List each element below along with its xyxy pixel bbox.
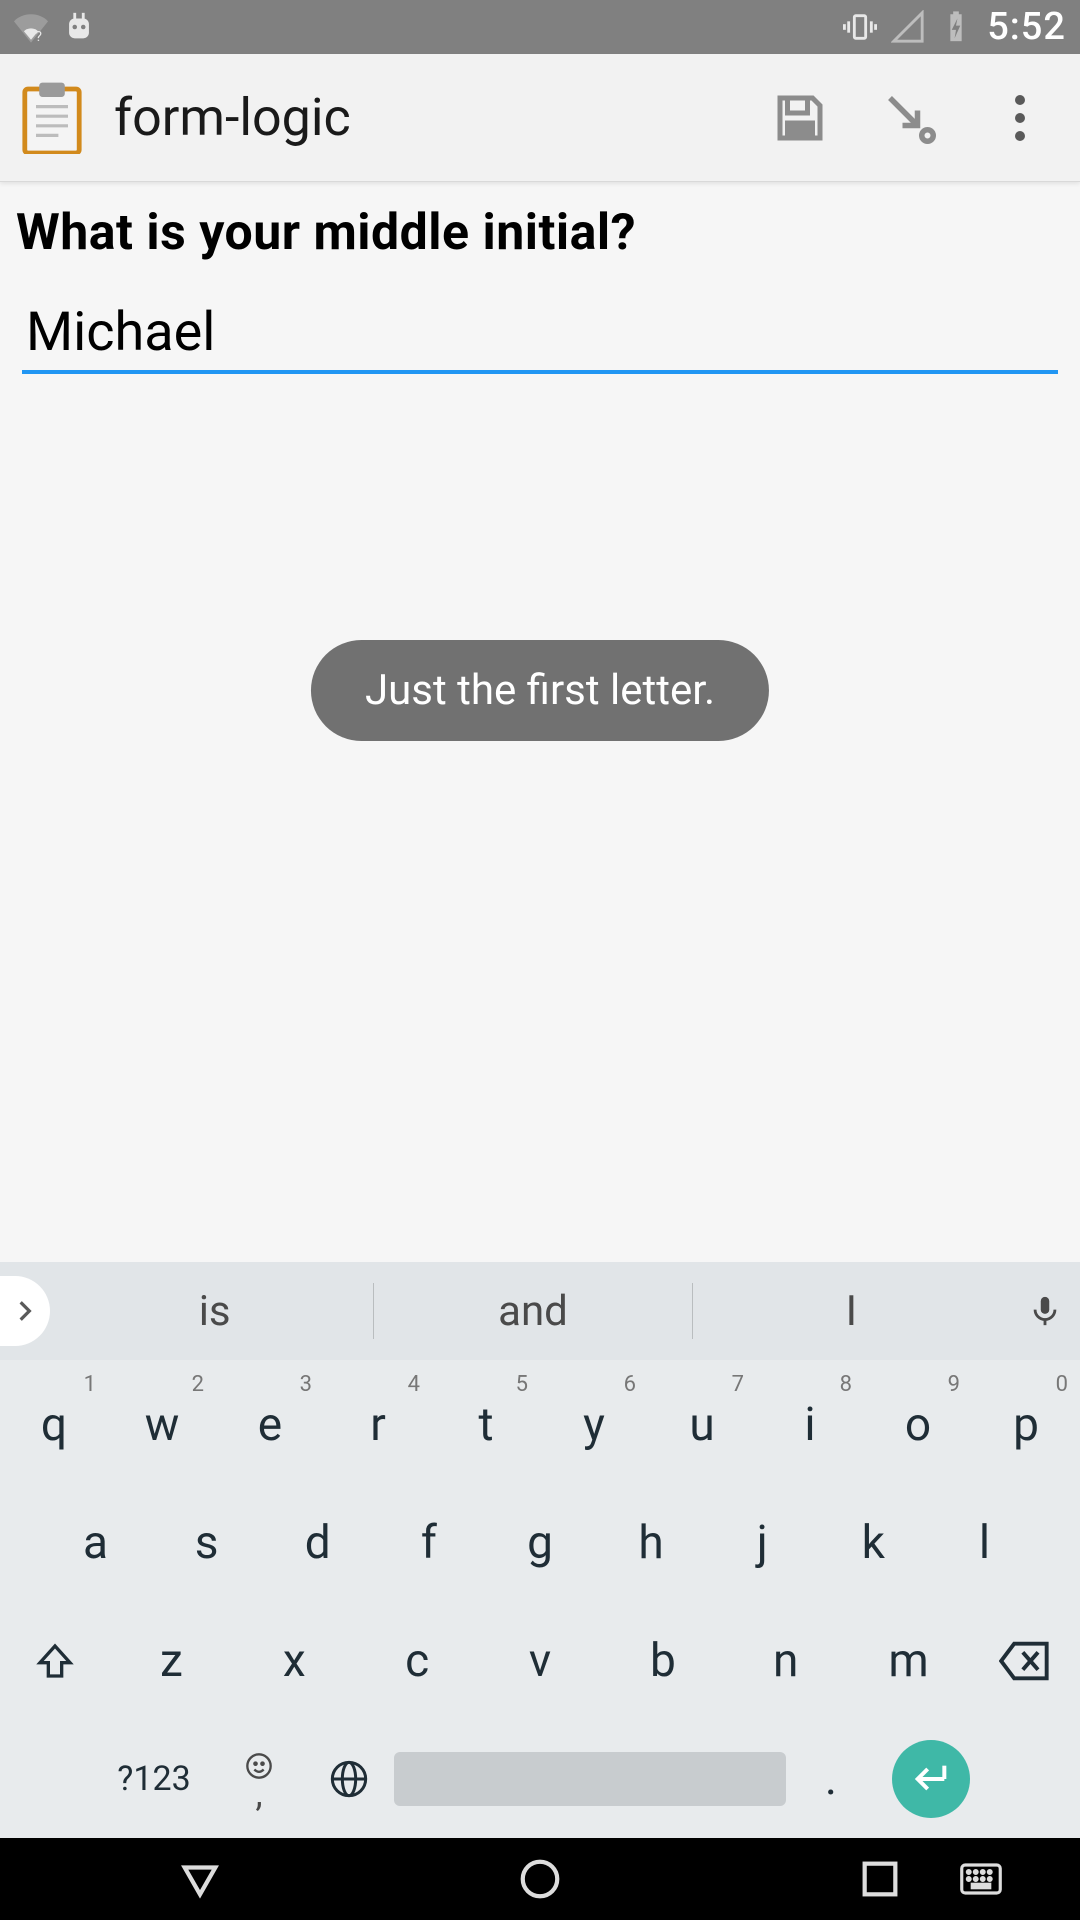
key-a[interactable]: a — [40, 1484, 151, 1602]
skip-arrow-button[interactable] — [880, 88, 940, 148]
key-z[interactable]: z — [110, 1602, 233, 1720]
status-right-group: 5:52 — [843, 5, 1066, 49]
status-left-group: ? — [14, 10, 96, 44]
key-row-3: z x c v b n m — [0, 1602, 1080, 1720]
key-q[interactable]: q1 — [0, 1366, 108, 1484]
mic-icon[interactable] — [1010, 1289, 1080, 1333]
key-h[interactable]: h — [596, 1484, 707, 1602]
key-n[interactable]: n — [724, 1602, 847, 1720]
svg-text:?: ? — [35, 29, 42, 44]
key-rows: q1 w2 e3 r4 t5 y6 u7 i8 o9 p0 a s d f g … — [0, 1360, 1080, 1838]
nav-ime-switch-button[interactable] — [906, 1863, 1056, 1895]
enter-icon — [892, 1740, 970, 1818]
key-d[interactable]: d — [262, 1484, 373, 1602]
key-m[interactable]: m — [847, 1602, 970, 1720]
wifi-icon: ? — [14, 10, 48, 44]
form-content: What is your middle initial? — [0, 182, 1080, 374]
suggestion-expand-button[interactable] — [0, 1276, 50, 1346]
key-row-4: ?123 , . — [0, 1720, 1080, 1838]
key-backspace[interactable] — [970, 1602, 1080, 1720]
android-debug-icon — [62, 10, 96, 44]
suggestion-bar: is and I — [0, 1262, 1080, 1360]
overflow-menu-button[interactable] — [990, 88, 1050, 148]
nav-back-button[interactable] — [125, 1856, 275, 1902]
answer-input-wrap — [16, 301, 1064, 374]
android-nav-bar — [0, 1838, 1080, 1920]
suggestion-2[interactable]: and — [374, 1287, 691, 1336]
vibrate-icon — [843, 10, 877, 44]
key-u[interactable]: u7 — [648, 1366, 756, 1484]
key-t[interactable]: t5 — [432, 1366, 540, 1484]
key-i[interactable]: i8 — [756, 1366, 864, 1484]
toast-message: Just the first letter. — [311, 640, 769, 741]
key-o[interactable]: o9 — [864, 1366, 972, 1484]
suggestion-3[interactable]: I — [693, 1287, 1010, 1336]
key-space[interactable] — [394, 1720, 786, 1838]
key-b[interactable]: b — [601, 1602, 724, 1720]
key-shift[interactable] — [0, 1602, 110, 1720]
android-status-bar: ? 5:52 — [0, 0, 1080, 54]
suggestion-1[interactable]: is — [56, 1287, 373, 1336]
key-k[interactable]: k — [818, 1484, 929, 1602]
soft-keyboard: is and I q1 w2 e3 r4 t5 y6 u7 i8 o9 p0 a… — [0, 1262, 1080, 1838]
question-label: What is your middle initial? — [16, 202, 1064, 265]
key-g[interactable]: g — [484, 1484, 595, 1602]
key-period[interactable]: . — [786, 1720, 876, 1838]
key-w[interactable]: w2 — [108, 1366, 216, 1484]
clipboard-icon — [20, 81, 84, 155]
key-y[interactable]: y6 — [540, 1366, 648, 1484]
key-e[interactable]: e3 — [216, 1366, 324, 1484]
nav-home-button[interactable] — [465, 1856, 615, 1902]
save-button[interactable] — [770, 88, 830, 148]
key-x[interactable]: x — [233, 1602, 356, 1720]
key-language[interactable] — [304, 1720, 394, 1838]
answer-input[interactable] — [22, 301, 1058, 374]
app-bar-actions — [770, 88, 1050, 148]
key-row-1: q1 w2 e3 r4 t5 y6 u7 i8 o9 p0 — [0, 1366, 1080, 1484]
key-v[interactable]: v — [479, 1602, 602, 1720]
cell-signal-icon — [891, 10, 925, 44]
key-l[interactable]: l — [929, 1484, 1040, 1602]
key-emoji[interactable]: , — [214, 1720, 304, 1838]
key-c[interactable]: c — [356, 1602, 479, 1720]
key-s[interactable]: s — [151, 1484, 262, 1602]
battery-icon — [939, 10, 973, 44]
key-r[interactable]: r4 — [324, 1366, 432, 1484]
key-f[interactable]: f — [373, 1484, 484, 1602]
key-enter[interactable] — [876, 1720, 986, 1838]
key-symbols[interactable]: ?123 — [94, 1720, 214, 1838]
key-p[interactable]: p0 — [972, 1366, 1080, 1484]
key-j[interactable]: j — [707, 1484, 818, 1602]
status-clock: 5:52 — [987, 5, 1066, 49]
app-title: form-logic — [114, 87, 770, 148]
app-bar: form-logic — [0, 54, 1080, 182]
key-row-2: a s d f g h j k l — [0, 1484, 1080, 1602]
